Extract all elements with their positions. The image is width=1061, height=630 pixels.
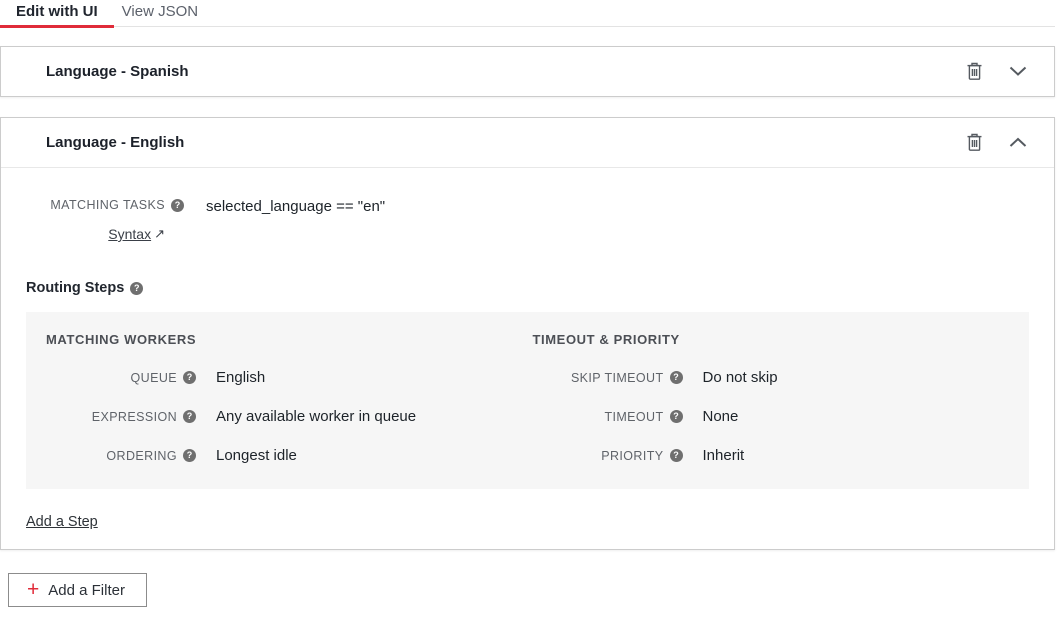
priority-row: PRIORITY ? Inherit (533, 447, 1010, 464)
routing-steps-heading: Routing Steps ? (26, 280, 1029, 296)
filter-panel-english-body: MATCHING TASKS ? selected_language == "e… (1, 168, 1054, 549)
expand-filter-button[interactable] (1007, 64, 1029, 79)
ordering-row: ORDERING ? Longest idle (46, 447, 523, 464)
help-icon[interactable]: ? (183, 371, 196, 384)
filter-title: Language - Spanish (46, 63, 964, 80)
add-filter-label: Add a Filter (48, 582, 125, 599)
expression-row: EXPRESSION ? Any available worker in que… (46, 408, 523, 425)
expression-label: EXPRESSION (92, 410, 177, 424)
skip-timeout-label: SKIP TIMEOUT (571, 371, 664, 385)
timeout-value: None (703, 408, 739, 425)
matching-workers-column: MATCHING WORKERS QUEUE ? English EXPRESS… (46, 332, 523, 464)
tab-view-json[interactable]: View JSON (114, 0, 214, 26)
delete-filter-button[interactable] (964, 131, 985, 154)
delete-filter-button[interactable] (964, 60, 985, 83)
skip-timeout-row: SKIP TIMEOUT ? Do not skip (533, 369, 1010, 386)
filter-panel-english: Language - English (0, 117, 1055, 550)
routing-steps-label: Routing Steps (26, 280, 124, 296)
workflow-config-page: Edit with UI View JSON Language - Spanis… (0, 0, 1061, 607)
timeout-priority-column: TIMEOUT & PRIORITY SKIP TIMEOUT ? Do not… (533, 332, 1010, 464)
trash-icon (966, 133, 983, 152)
add-step-link[interactable]: Add a Step (26, 514, 98, 530)
add-step-row: Add a Step (26, 513, 1029, 531)
filter-panel-spanish: Language - Spanish (0, 46, 1055, 97)
matching-tasks-value: selected_language == "en" (206, 198, 385, 215)
syntax-row: Syntax ↗ (26, 226, 184, 242)
priority-value: Inherit (703, 447, 745, 464)
filter-panel-spanish-header[interactable]: Language - Spanish (1, 47, 1054, 96)
plus-icon: + (27, 579, 39, 600)
matching-workers-heading: MATCHING WORKERS (46, 332, 523, 347)
filter-panel-english-header[interactable]: Language - English (1, 118, 1054, 168)
queue-row: QUEUE ? English (46, 369, 523, 386)
help-icon[interactable]: ? (130, 282, 143, 295)
help-icon[interactable]: ? (670, 449, 683, 462)
timeout-priority-heading: TIMEOUT & PRIORITY (533, 332, 1010, 347)
help-icon[interactable]: ? (171, 199, 184, 212)
tab-edit-with-ui[interactable]: Edit with UI (0, 0, 114, 28)
add-filter-button[interactable]: + Add a Filter (8, 573, 147, 607)
queue-label: QUEUE (131, 371, 177, 385)
ordering-label: ORDERING (106, 449, 177, 463)
matching-tasks-label: MATCHING TASKS (50, 198, 165, 212)
filter-title: Language - English (46, 134, 964, 151)
help-icon[interactable]: ? (670, 371, 683, 384)
skip-timeout-value: Do not skip (703, 369, 778, 386)
expression-value: Any available worker in queue (216, 408, 416, 425)
chevron-up-icon (1009, 137, 1027, 148)
trash-icon (966, 62, 983, 81)
syntax-link[interactable]: Syntax (108, 226, 151, 242)
help-icon[interactable]: ? (183, 410, 196, 423)
queue-value: English (216, 369, 265, 386)
help-icon[interactable]: ? (670, 410, 683, 423)
help-icon[interactable]: ? (183, 449, 196, 462)
matching-tasks-row: MATCHING TASKS ? selected_language == "e… (26, 198, 1029, 215)
external-link-icon: ↗ (154, 226, 165, 242)
chevron-down-icon (1009, 66, 1027, 77)
tab-bar: Edit with UI View JSON (0, 0, 1055, 27)
ordering-value: Longest idle (216, 447, 297, 464)
routing-step-box: MATCHING WORKERS QUEUE ? English EXPRESS… (26, 312, 1029, 489)
matching-tasks-labelcol: MATCHING TASKS ? (26, 198, 184, 212)
timeout-row: TIMEOUT ? None (533, 408, 1010, 425)
timeout-label: TIMEOUT (604, 410, 663, 424)
priority-label: PRIORITY (601, 449, 663, 463)
collapse-filter-button[interactable] (1007, 135, 1029, 150)
